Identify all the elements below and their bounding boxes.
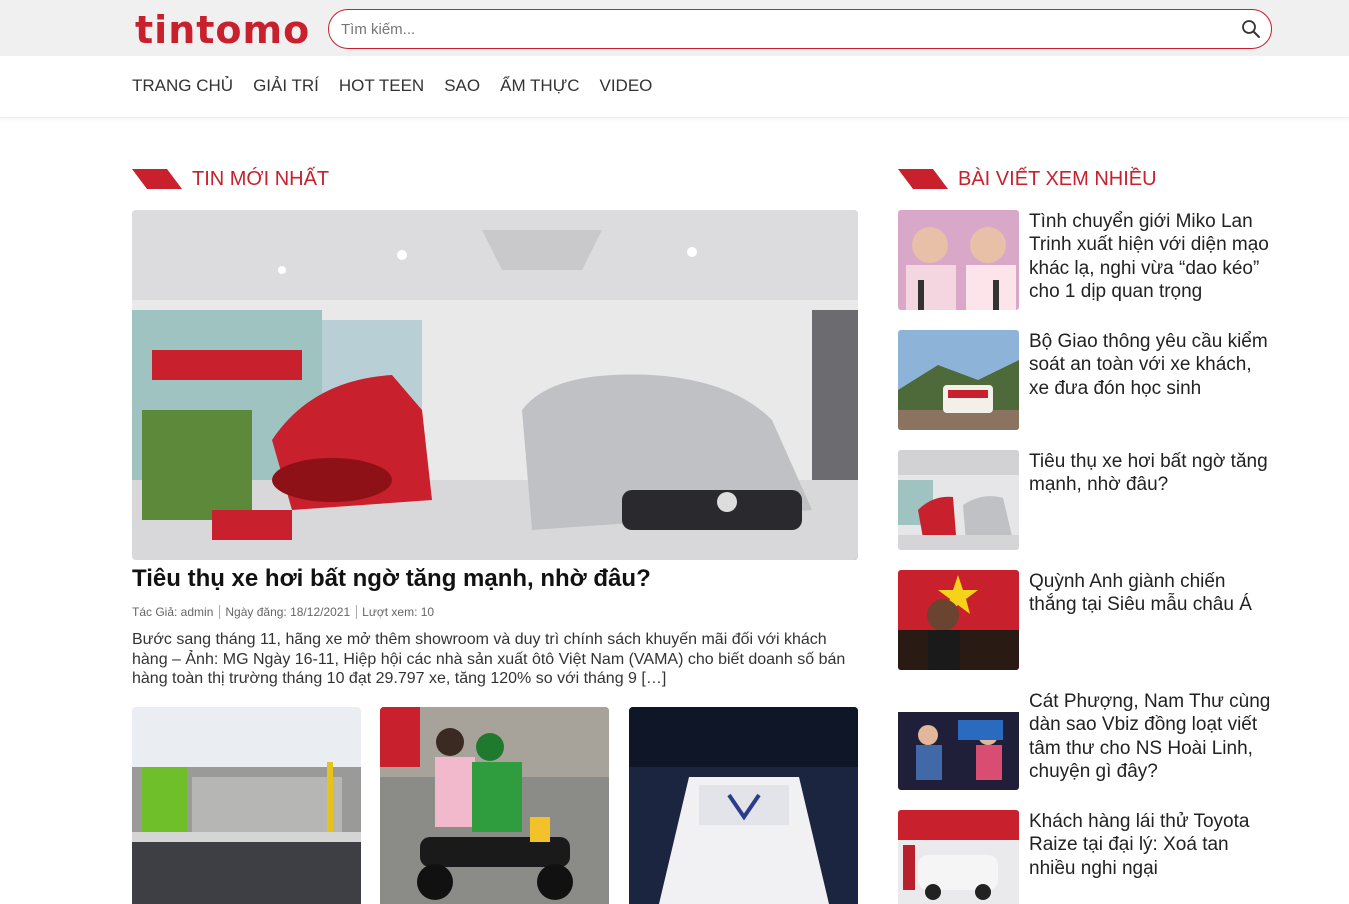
popular-item[interactable]: Bộ Giao thông yêu cầu kiểm soát an toàn … <box>898 330 1273 430</box>
popular-item-title[interactable]: Tiêu thụ xe hơi bất ngờ tăng mạnh, nhờ đ… <box>1029 450 1273 497</box>
article-author: Tác Giả: admin <box>132 605 214 619</box>
nav-item-stars[interactable]: SAO <box>444 76 480 96</box>
site-logo[interactable]: tintomo <box>135 8 310 52</box>
nav-item-entertainment[interactable]: GIẢI TRÍ <box>253 76 319 96</box>
popular-item[interactable]: Quỳnh Anh giành chiến thắng tại Siêu mẫu… <box>898 570 1273 670</box>
nav-item-hot-teen[interactable]: HOT TEEN <box>339 76 424 96</box>
nav-item-cuisine[interactable]: ẨM THỰC <box>500 76 579 96</box>
article-thumbnail-3[interactable] <box>629 707 858 904</box>
article-views: Lượt xem: 10 <box>356 605 434 619</box>
popular-item-thumbnail[interactable] <box>898 210 1019 310</box>
popular-item-thumbnail[interactable] <box>898 450 1019 550</box>
featured-article-title[interactable]: Tiêu thụ xe hơi bất ngờ tăng mạnh, nhờ đ… <box>132 564 858 594</box>
popular-item-title[interactable]: Quỳnh Anh giành chiến thắng tại Siêu mẫu… <box>1029 570 1273 617</box>
popular-item-thumbnail[interactable] <box>898 690 1019 790</box>
popular-item-thumbnail[interactable] <box>898 570 1019 670</box>
top-bar: tintomo <box>0 0 1349 56</box>
main-nav: TRANG CHỦ GIẢI TRÍ HOT TEEN SAO ẨM THỰC … <box>0 56 1349 118</box>
popular-item-thumbnail[interactable] <box>898 330 1019 430</box>
popular-item-title[interactable]: Cát Phượng, Nam Thư cùng dàn sao Vbiz đồ… <box>1029 690 1273 783</box>
latest-heading-title: TIN MỚI NHẤT <box>192 167 330 190</box>
search-input[interactable] <box>341 10 1221 48</box>
popular-heading-title: BÀI VIẾT XEM NHIỀU <box>958 167 1157 190</box>
featured-article-excerpt: Bước sang tháng 11, hãng xe mở thêm show… <box>132 631 846 687</box>
popular-heading: BÀI VIẾT XEM NHIỀU <box>898 167 1157 191</box>
heading-flag-icon <box>898 169 948 189</box>
popular-item[interactable]: Khách hàng lái thử Toyota Raize tại đại … <box>898 810 1273 904</box>
heading-flag-icon <box>132 169 182 189</box>
article-thumbnail-1[interactable] <box>132 707 361 904</box>
popular-item-title[interactable]: Khách hàng lái thử Toyota Raize tại đại … <box>1029 810 1273 880</box>
nav-item-video[interactable]: VIDEO <box>600 76 653 96</box>
article-thumbnail-2[interactable] <box>380 707 609 904</box>
search-box[interactable] <box>328 9 1272 49</box>
nav-item-home[interactable]: TRANG CHỦ <box>132 76 233 96</box>
popular-item-title[interactable]: Bộ Giao thông yêu cầu kiểm soát an toàn … <box>1029 330 1273 400</box>
popular-item[interactable]: Tiêu thụ xe hơi bất ngờ tăng mạnh, nhờ đ… <box>898 450 1273 550</box>
featured-article-meta: Tác Giả: admin Ngày đăng: 18/12/2021 Lượ… <box>132 605 434 619</box>
latest-heading: TIN MỚI NHẤT <box>132 167 329 191</box>
article-date: Ngày đăng: 18/12/2021 <box>219 605 350 619</box>
search-icon[interactable] <box>1241 19 1261 39</box>
popular-item-thumbnail[interactable] <box>898 810 1019 904</box>
popular-item[interactable]: Tình chuyển giới Miko Lan Trinh xuất hiệ… <box>898 210 1273 310</box>
featured-article-image[interactable] <box>132 210 858 560</box>
popular-item[interactable]: Cát Phượng, Nam Thư cùng dàn sao Vbiz đồ… <box>898 690 1273 790</box>
popular-item-title[interactable]: Tình chuyển giới Miko Lan Trinh xuất hiệ… <box>1029 210 1273 303</box>
